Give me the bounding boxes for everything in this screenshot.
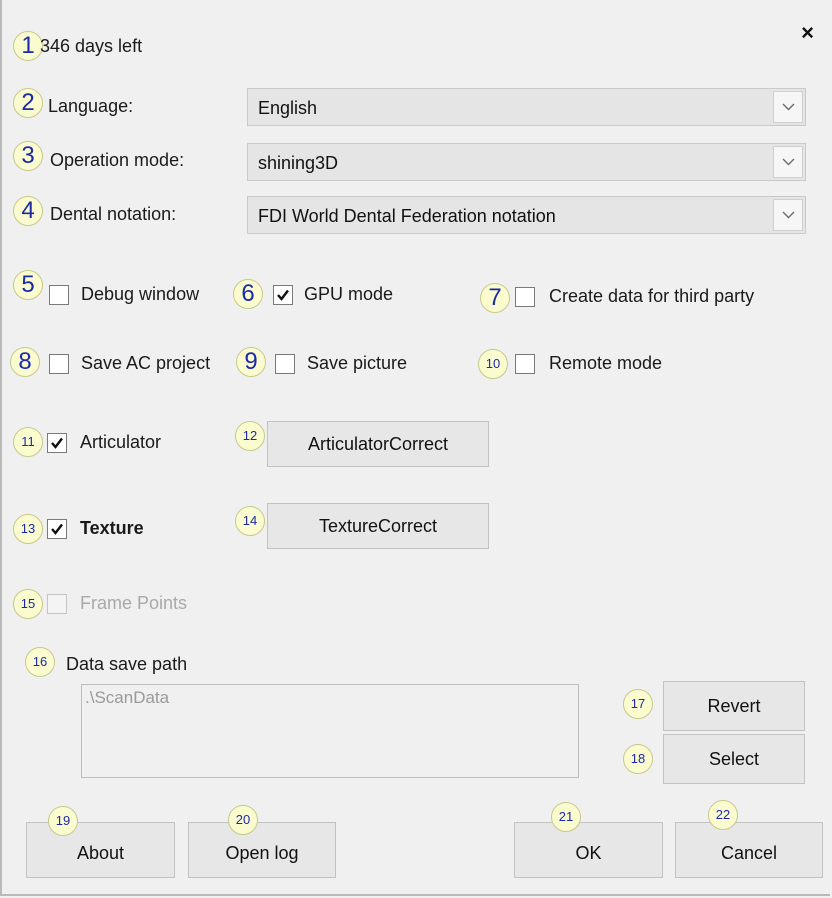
- gpu-mode-label: GPU mode: [304, 284, 394, 304]
- annotation-badge: 22: [708, 800, 738, 830]
- annotation-badge: 17: [623, 689, 653, 719]
- dental-notation-label: Dental notation:: [50, 204, 177, 224]
- language-label: Language:: [48, 96, 134, 116]
- frame-points-checkbox[interactable]: [47, 594, 67, 614]
- annotation-badge: 7: [480, 283, 510, 313]
- gpu-mode-checkbox[interactable]: [273, 285, 293, 305]
- save-picture-label: Save picture: [307, 353, 408, 373]
- chevron-down-icon[interactable]: [773, 91, 803, 123]
- cancel-button[interactable]: Cancel: [675, 822, 823, 878]
- operation-mode-value: shining3D: [258, 153, 339, 173]
- annotation-badge: 13: [13, 514, 43, 544]
- operation-mode-select[interactable]: shining3D: [247, 143, 806, 181]
- annotation-badge: 16: [25, 647, 55, 677]
- language-select[interactable]: English: [247, 88, 806, 126]
- annotation-badge: 3: [13, 141, 43, 171]
- settings-dialog: 1 346 days left × 2 Language: English 3 …: [0, 0, 830, 896]
- articulator-label: Articulator: [80, 432, 162, 452]
- third-party-checkbox[interactable]: [515, 287, 535, 307]
- save-ac-project-checkbox[interactable]: [49, 354, 69, 374]
- annotation-badge: 6: [233, 279, 263, 309]
- articulator-correct-button[interactable]: ArticulatorCorrect: [267, 421, 489, 467]
- annotation-badge: 14: [235, 506, 265, 536]
- days-left-text: 346 days left: [40, 36, 143, 56]
- frame-points-label: Frame Points: [80, 593, 188, 613]
- annotation-badge: 10: [478, 349, 508, 379]
- articulator-checkbox[interactable]: [47, 433, 67, 453]
- data-save-path-field[interactable]: .\ScanData: [81, 684, 579, 778]
- third-party-label: Create data for third party: [549, 286, 755, 306]
- chevron-down-icon[interactable]: [773, 199, 803, 231]
- annotation-badge: 2: [13, 88, 43, 118]
- dental-notation-value: FDI World Dental Federation notation: [258, 206, 556, 226]
- select-button[interactable]: Select: [663, 734, 805, 784]
- operation-mode-label: Operation mode:: [50, 150, 185, 170]
- about-button[interactable]: About: [26, 822, 175, 878]
- texture-correct-button[interactable]: TextureCorrect: [267, 503, 489, 549]
- annotation-badge: 8: [10, 347, 40, 377]
- remote-mode-label: Remote mode: [549, 353, 663, 373]
- dental-notation-select[interactable]: FDI World Dental Federation notation: [247, 196, 806, 234]
- close-icon[interactable]: ×: [801, 22, 814, 44]
- annotation-badge: 11: [13, 427, 43, 457]
- data-save-path-value: .\ScanData: [85, 688, 170, 707]
- ok-button[interactable]: OK: [514, 822, 663, 878]
- open-log-button[interactable]: Open log: [188, 822, 336, 878]
- annotation-badge: 18: [623, 744, 653, 774]
- remote-mode-checkbox[interactable]: [515, 354, 535, 374]
- save-ac-project-label: Save AC project: [81, 353, 211, 373]
- annotation-badge: 20: [228, 805, 258, 835]
- debug-window-label: Debug window: [81, 284, 200, 304]
- annotation-badge: 12: [235, 421, 265, 451]
- save-picture-checkbox[interactable]: [275, 354, 295, 374]
- annotation-badge: 15: [13, 589, 43, 619]
- texture-checkbox[interactable]: [47, 519, 67, 539]
- annotation-badge: 5: [13, 270, 43, 300]
- revert-button[interactable]: Revert: [663, 681, 805, 731]
- annotation-badge: 1: [13, 31, 43, 61]
- texture-label: Texture: [80, 518, 144, 538]
- debug-window-checkbox[interactable]: [49, 285, 69, 305]
- language-value: English: [258, 98, 318, 118]
- annotation-badge: 21: [551, 802, 581, 832]
- chevron-down-icon[interactable]: [773, 146, 803, 178]
- annotation-badge: 9: [236, 347, 266, 377]
- annotation-badge: 4: [13, 196, 43, 226]
- annotation-badge: 19: [48, 806, 78, 836]
- data-save-path-label: Data save path: [66, 654, 188, 674]
